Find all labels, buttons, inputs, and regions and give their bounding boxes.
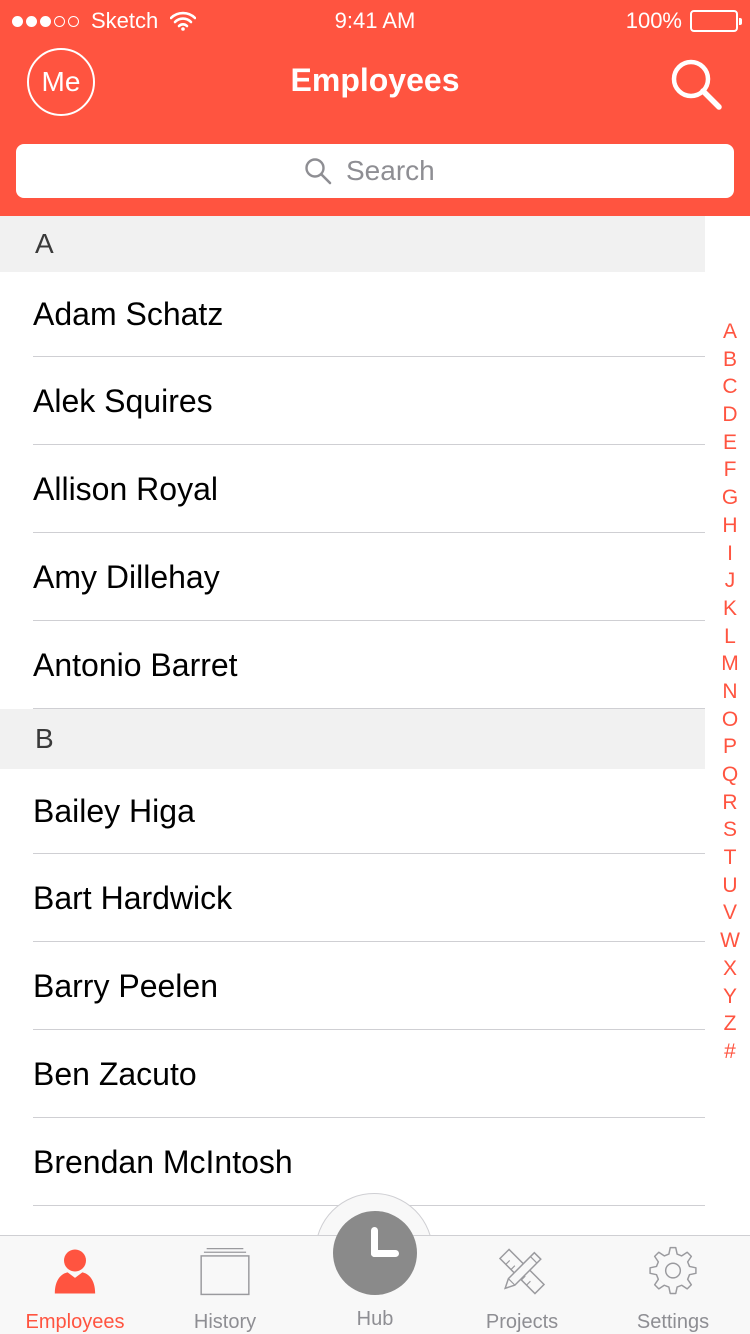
status-right: 100% — [625, 8, 742, 34]
section-header-b: B — [0, 709, 705, 769]
battery-percent: 100% — [625, 8, 682, 33]
index-letter-hash[interactable]: # — [724, 1038, 736, 1066]
index-letter-a[interactable]: A — [723, 318, 737, 346]
employee-row[interactable]: Bailey Higa — [0, 769, 705, 854]
employee-row[interactable]: Bart Hardwick — [0, 854, 705, 942]
tab-employees[interactable]: Employees — [0, 1240, 150, 1334]
index-letter-h[interactable]: H — [722, 512, 737, 540]
index-letter-b[interactable]: B — [723, 346, 737, 374]
index-letter-i[interactable]: I — [727, 540, 733, 568]
history-icon — [200, 1247, 250, 1296]
tab-label: Projects — [485, 1311, 559, 1333]
index-letter-z[interactable]: Z — [724, 1010, 737, 1038]
employee-row[interactable]: Brendan McIntosh — [0, 1118, 705, 1206]
hub-button[interactable] — [333, 1211, 417, 1295]
page-title: Employees — [290, 62, 460, 98]
employee-row[interactable]: Alek Squires — [0, 357, 705, 445]
index-letter-n[interactable]: N — [722, 678, 737, 706]
employee-list: A Adam Schatz Alek Squires Allison Royal… — [0, 216, 705, 1206]
employee-row[interactable]: Ben Zacuto — [0, 1030, 705, 1118]
index-letter-c[interactable]: C — [722, 373, 737, 401]
tab-settings[interactable]: Settings — [598, 1240, 748, 1334]
employee-row[interactable]: Barry Peelen — [0, 942, 705, 1030]
search-input[interactable] — [346, 155, 446, 187]
alphabet-index[interactable]: A B C D E F G H I J K L M N O P Q R S T … — [714, 318, 746, 1066]
app-header: Sketch 9:41 AM 100% Me Employees — [0, 0, 750, 216]
employee-row[interactable]: Allison Royal — [0, 445, 705, 533]
battery-icon — [690, 10, 742, 32]
section-header-a: A — [0, 216, 705, 272]
tab-label: Employees — [25, 1311, 125, 1333]
index-letter-r[interactable]: R — [722, 789, 737, 817]
tab-hub-label[interactable]: Hub — [300, 1308, 450, 1331]
index-letter-q[interactable]: Q — [722, 761, 738, 789]
clock-icon — [371, 1227, 399, 1257]
index-letter-t[interactable]: T — [724, 844, 737, 872]
person-icon — [54, 1249, 96, 1294]
index-letter-o[interactable]: O — [722, 706, 738, 734]
pencil-ruler-icon — [498, 1248, 546, 1295]
tab-label: History — [193, 1311, 257, 1333]
index-letter-k[interactable]: K — [723, 595, 737, 623]
index-letter-w[interactable]: W — [720, 927, 740, 955]
tab-label: Settings — [636, 1311, 710, 1333]
index-letter-g[interactable]: G — [722, 484, 738, 512]
index-letter-e[interactable]: E — [723, 429, 737, 457]
employee-row[interactable]: Antonio Barret — [0, 621, 705, 709]
search-bar[interactable] — [16, 144, 734, 198]
index-letter-p[interactable]: P — [723, 733, 737, 761]
tab-history[interactable]: History — [150, 1240, 300, 1334]
search-icon[interactable] — [668, 56, 724, 112]
index-letter-x[interactable]: X — [723, 955, 737, 983]
tab-projects[interactable]: Projects — [447, 1240, 597, 1334]
index-letter-s[interactable]: S — [723, 816, 737, 844]
index-letter-l[interactable]: L — [724, 623, 736, 651]
index-letter-u[interactable]: U — [722, 872, 737, 900]
index-letter-d[interactable]: D — [722, 401, 737, 429]
status-bar: Sketch 9:41 AM 100% — [0, 0, 750, 40]
index-letter-v[interactable]: V — [723, 899, 737, 927]
index-letter-f[interactable]: F — [724, 456, 737, 484]
index-letter-y[interactable]: Y — [723, 983, 737, 1011]
index-letter-j[interactable]: J — [725, 567, 736, 595]
index-letter-m[interactable]: M — [721, 650, 739, 678]
employee-row[interactable]: Amy Dillehay — [0, 533, 705, 621]
gear-icon — [649, 1246, 697, 1295]
employee-row[interactable]: Adam Schatz — [0, 272, 705, 357]
search-field-icon — [305, 158, 332, 185]
